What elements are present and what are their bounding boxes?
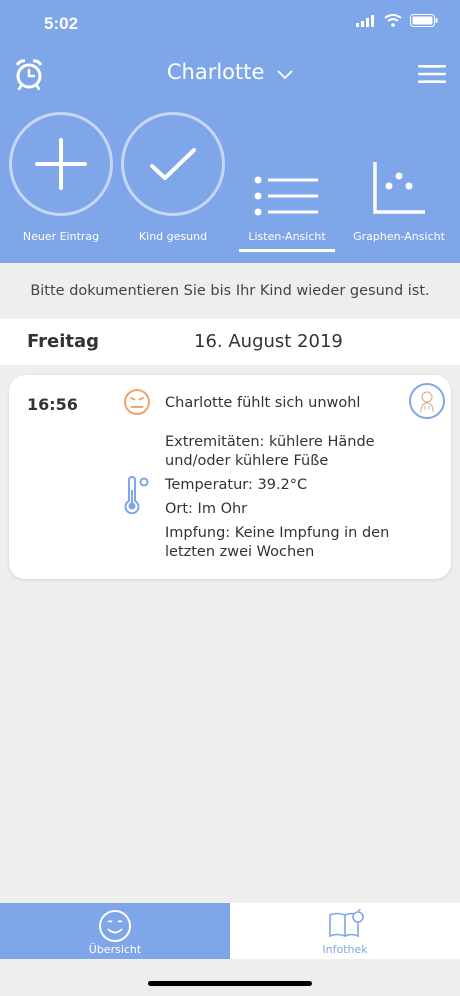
graph-view-icon <box>347 112 451 216</box>
smiley-icon <box>98 909 132 947</box>
tab-bar: Übersicht Infothek <box>0 903 460 959</box>
vaccination-text: Impfung: Keine Impfung in den letzten zw… <box>165 525 390 560</box>
tab-infothek[interactable]: Infothek <box>230 903 460 959</box>
mood-text: Charlotte fühlt sich unwohl <box>165 395 361 411</box>
unwell-face-icon <box>123 388 151 420</box>
location-text: Ort: Im Ohr <box>165 501 248 517</box>
child-healthy-button[interactable]: Kind gesund <box>117 112 229 243</box>
weekday: Freitag <box>27 331 100 352</box>
child-healthy-label: Kind gesund <box>138 230 208 243</box>
tab-overview[interactable]: Übersicht <box>0 903 230 959</box>
book-icon <box>328 908 364 943</box>
menu-icon[interactable] <box>418 64 446 88</box>
battery-icon <box>410 14 438 27</box>
home-indicator <box>148 981 312 986</box>
notice-text: Bitte dokumentieren Sie bis Ihr Kind wie… <box>0 263 460 319</box>
new-entry-label: Neuer Eintrag <box>22 230 100 243</box>
tab-infothek-label: Infothek <box>322 943 368 956</box>
new-entry-button[interactable]: Neuer Eintrag <box>5 112 117 243</box>
list-view-label: Listen-Ansicht <box>248 230 326 243</box>
thermometer-icon <box>123 475 151 518</box>
graph-view-label: Graphen-Ansicht <box>353 230 445 243</box>
child-selector[interactable]: Charlotte <box>0 60 460 85</box>
app-header: 5:02 Charlotte Neuer Eintrag Kind gesund… <box>0 0 460 263</box>
status-icons <box>356 14 438 27</box>
temperature-text: Temperatur: 39.2°C <box>165 477 308 493</box>
plus-icon <box>9 112 113 216</box>
tab-list-view[interactable]: Listen-Ansicht <box>231 112 343 252</box>
entry-card[interactable]: 16:56 Charlotte fühlt sich unwohl Extrem… <box>9 375 451 579</box>
signal-icon <box>356 14 374 27</box>
tab-overview-label: Übersicht <box>88 943 142 956</box>
checkmark-icon <box>121 112 225 216</box>
status-time: 5:02 <box>44 14 79 33</box>
entry-time: 16:56 <box>27 395 78 414</box>
wifi-icon <box>384 14 402 27</box>
active-view-indicator <box>239 249 335 252</box>
date: 16. August 2019 <box>194 331 343 352</box>
extremities-text: Extremitäten: kühlere Hände und/oder küh… <box>165 434 375 469</box>
list-view-icon <box>235 112 339 216</box>
day-header: Freitag 16. August 2019 <box>0 319 460 365</box>
child-name: Charlotte <box>166 60 265 84</box>
tab-graph-view[interactable]: Graphen-Ansicht <box>343 112 455 243</box>
chevron-down-icon <box>277 61 293 85</box>
